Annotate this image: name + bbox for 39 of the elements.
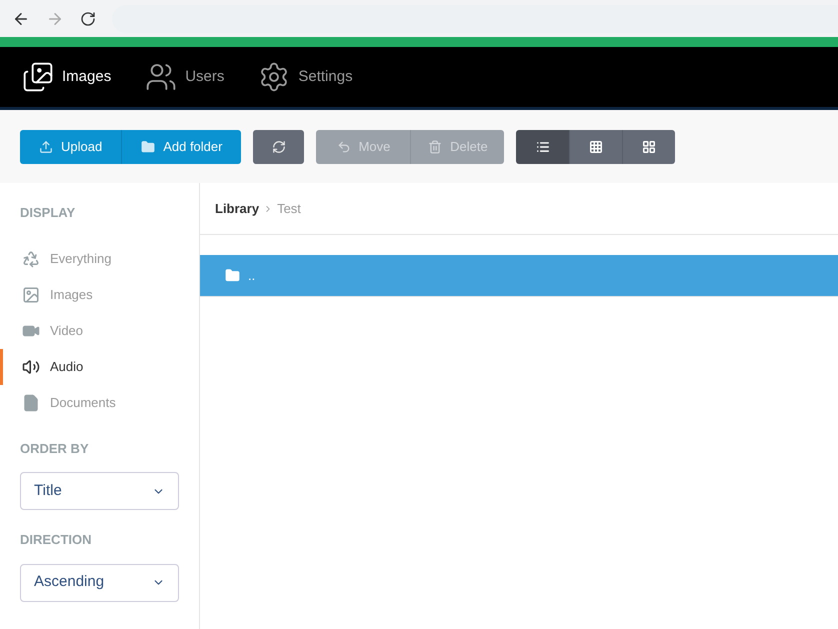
view-toggle[interactable] (516, 130, 570, 164)
reload-icon[interactable] (80, 10, 96, 26)
breadcrumb-item: Test (277, 200, 301, 218)
sidebar-item[interactable]: Documents (0, 384, 199, 420)
reply-arrow-icon (336, 140, 351, 154)
sidebar-item[interactable]: Images (0, 276, 199, 312)
file-name: .. (248, 266, 256, 285)
toolbar-button[interactable]: Upload (20, 130, 122, 164)
folder-icon (141, 140, 156, 154)
image-icon (22, 286, 40, 304)
sidebar-item[interactable]: Everything (0, 240, 199, 276)
file-row[interactable]: .. (200, 255, 838, 297)
view-toggle[interactable] (569, 130, 622, 164)
toolbar-button[interactable]: Add folder (121, 130, 242, 164)
speaker-icon (22, 358, 40, 376)
grid-icon (589, 140, 604, 154)
breadcrumb-item[interactable]: Library (215, 198, 260, 218)
folder-icon (225, 268, 240, 283)
document-icon (22, 394, 40, 412)
recycle-icon (22, 250, 40, 268)
nav-tab[interactable]: Users (145, 61, 224, 93)
direction-select[interactable]: Ascending (20, 564, 179, 602)
users-icon (145, 61, 178, 93)
list-icon (536, 140, 550, 154)
section-heading: ORDER BY (19, 440, 90, 458)
refresh-button[interactable] (253, 130, 304, 164)
nav-tab[interactable]: Images (22, 61, 112, 93)
section-heading: DISPLAY (19, 204, 76, 222)
sidebar-item[interactable]: Video (0, 312, 199, 348)
trash-icon (428, 140, 442, 154)
view-toggle[interactable] (622, 130, 676, 164)
tiles-icon (642, 140, 656, 154)
sidebar-item[interactable]: Audio (0, 348, 199, 384)
nav-tab[interactable]: Settings (258, 61, 353, 93)
order-select[interactable]: Title (20, 472, 179, 510)
refresh-icon (272, 140, 286, 154)
images-icon (22, 61, 54, 93)
section-heading: DIRECTION (19, 531, 92, 549)
upload-icon (39, 140, 53, 154)
